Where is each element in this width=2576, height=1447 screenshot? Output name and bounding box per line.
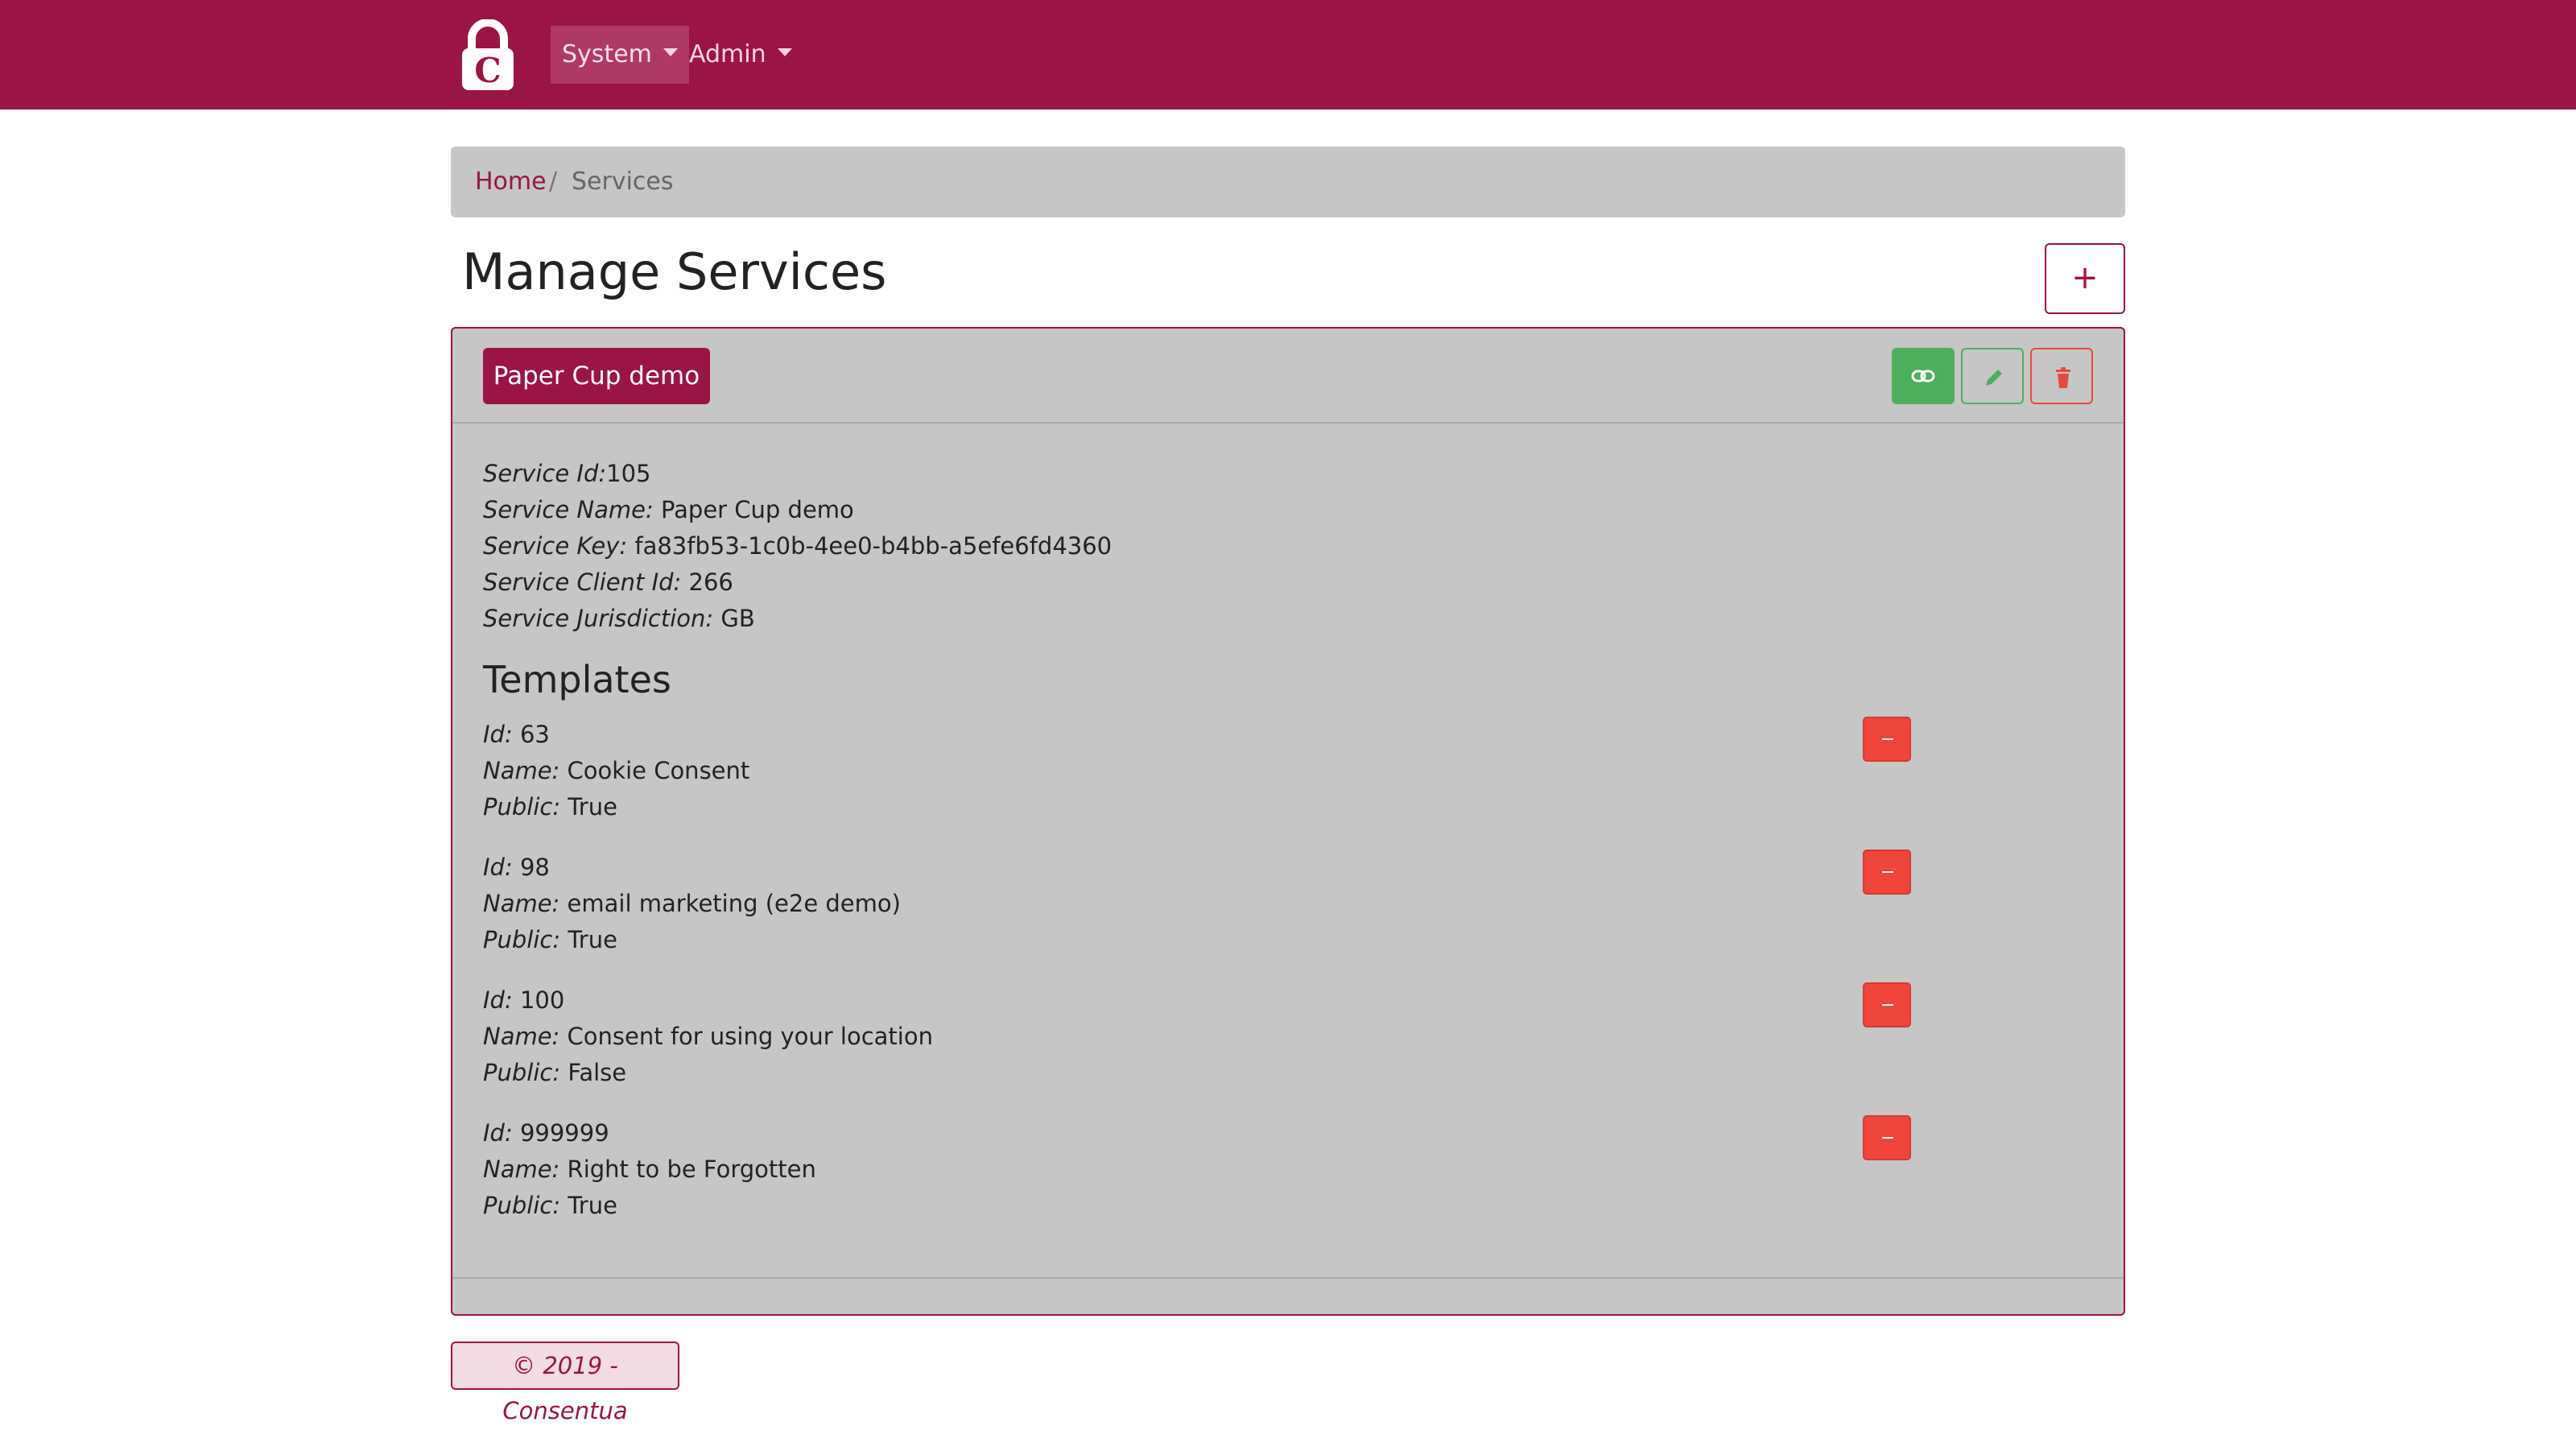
template-field-value: Right to be Forgotten <box>559 1156 816 1183</box>
nav-admin-dropdown[interactable]: Admin <box>678 26 803 84</box>
footer-copyright: © 2019 - Consentua <box>451 1342 679 1424</box>
template-field-label: Id: <box>483 1119 513 1147</box>
service-card: Paper Cup demo Service Id:105 Service Na… <box>451 327 2125 1316</box>
remove-template-button[interactable] <box>1863 850 1911 895</box>
template-field-label: Id: <box>483 721 513 748</box>
template-field-value: False <box>560 1059 627 1086</box>
detail-value: 266 <box>681 568 733 596</box>
template-field-label: Public: <box>483 926 561 953</box>
link-service-button[interactable] <box>1892 348 1955 404</box>
remove-template-button[interactable] <box>1863 717 1911 762</box>
delete-service-button[interactable] <box>2030 348 2093 404</box>
template-field-label: Name: <box>483 1023 560 1050</box>
card-header-divider <box>452 422 2124 424</box>
service-client-id-row: Service Client Id: 266 <box>483 564 733 601</box>
svg-text:C: C <box>474 51 501 90</box>
template-name-row: Name: Consent for using your location <box>483 1019 933 1055</box>
detail-label: Service Name: <box>483 496 654 523</box>
template-field-label: Id: <box>483 986 513 1014</box>
template-field-value: 999999 <box>512 1119 609 1147</box>
template-id-row: Id: 98 <box>483 850 550 886</box>
add-service-button[interactable]: + <box>2045 243 2125 314</box>
template-field-value: Cookie Consent <box>559 757 750 784</box>
template-field-value: Consent for using your location <box>559 1023 933 1050</box>
template-field-value: email marketing (e2e demo) <box>559 890 901 917</box>
nav-admin-label: Admin <box>689 40 766 68</box>
edit-service-button[interactable] <box>1961 348 2024 404</box>
template-field-label: Id: <box>483 854 513 881</box>
template-field-label: Public: <box>483 793 561 821</box>
template-public-row: Public: False <box>483 1055 626 1091</box>
template-field-label: Name: <box>483 757 560 784</box>
template-id-row: Id: 63 <box>483 717 550 753</box>
service-jurisdiction-row: Service Jurisdiction: GB <box>483 601 755 637</box>
detail-label: Service Id: <box>483 460 607 487</box>
template-public-row: Public: True <box>483 789 617 825</box>
template-field-label: Name: <box>483 1156 560 1183</box>
template-public-row: Public: True <box>483 1188 617 1224</box>
remove-template-button[interactable] <box>1863 982 1911 1027</box>
template-name-row: Name: Right to be Forgotten <box>483 1151 816 1188</box>
templates-heading: Templates <box>483 658 671 701</box>
padlock-logo-icon[interactable]: C <box>459 19 517 92</box>
page-title: Manage Services <box>462 242 887 301</box>
nav-system-label: System <box>562 40 652 68</box>
breadcrumb-separator: / <box>549 167 558 196</box>
detail-label: Service Jurisdiction: <box>483 605 714 632</box>
card-footer-divider <box>452 1277 2124 1279</box>
template-field-value: 98 <box>512 854 550 881</box>
template-field-value: True <box>560 1192 617 1219</box>
template-public-row: Public: True <box>483 922 617 958</box>
template-field-value: True <box>560 793 617 821</box>
detail-value: fa83fb53-1c0b-4ee0-b4bb-a5efe6fd4360 <box>627 532 1113 560</box>
template-id-row: Id: 999999 <box>483 1115 609 1151</box>
breadcrumb: Home / Services <box>451 147 2125 217</box>
template-field-value: 63 <box>512 721 550 748</box>
nav-system-dropdown[interactable]: System <box>551 26 689 84</box>
template-field-label: Public: <box>483 1059 561 1086</box>
caret-down-icon <box>777 48 792 56</box>
template-field-value: True <box>560 926 617 953</box>
caret-down-icon <box>663 48 678 56</box>
template-id-row: Id: 100 <box>483 982 564 1019</box>
link-icon <box>1911 370 1935 382</box>
pencil-icon <box>1986 370 2002 386</box>
remove-template-button[interactable] <box>1863 1115 1911 1160</box>
service-name-button[interactable]: Paper Cup demo <box>483 348 710 404</box>
template-field-label: Name: <box>483 890 560 917</box>
top-navbar: C System Admin <box>0 0 2576 110</box>
breadcrumb-home-link[interactable]: Home <box>475 147 547 217</box>
trash-icon <box>2056 367 2070 388</box>
template-field-label: Public: <box>483 1192 561 1219</box>
detail-value: Paper Cup demo <box>653 496 854 523</box>
template-field-value: 100 <box>512 986 565 1014</box>
detail-label: Service Key: <box>483 532 628 560</box>
template-name-row: Name: email marketing (e2e demo) <box>483 886 901 922</box>
service-key-row: Service Key: fa83fb53-1c0b-4ee0-b4bb-a5e… <box>483 528 1112 564</box>
detail-value: GB <box>713 605 755 632</box>
template-name-row: Name: Cookie Consent <box>483 753 749 789</box>
detail-label: Service Client Id: <box>483 568 682 596</box>
service-name-row: Service Name: Paper Cup demo <box>483 492 854 528</box>
service-id-row: Service Id:105 <box>483 456 651 492</box>
breadcrumb-current: Services <box>572 167 674 196</box>
detail-value: 105 <box>606 460 651 487</box>
